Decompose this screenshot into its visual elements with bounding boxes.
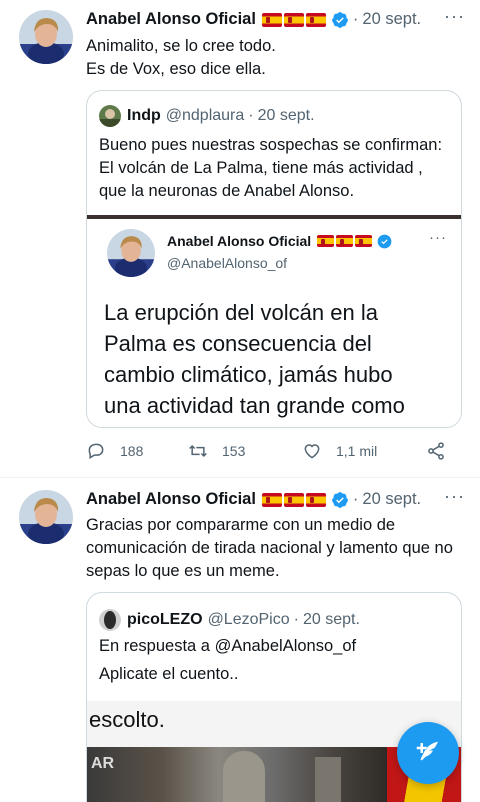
quote-author-name: picoLEZO [127, 611, 203, 628]
compose-feather-icon [416, 741, 438, 761]
embedded-header: Anabel Alonso Oficial [167, 233, 392, 249]
share-icon [428, 442, 444, 460]
reply-icon [88, 443, 104, 459]
tweet-text: Animalito, se lo cree todo. Es de Vox, e… [86, 37, 276, 78]
more-options-icon[interactable]: ··· [444, 486, 465, 507]
share-button[interactable] [426, 441, 446, 461]
tweet-header: Anabel Alonso Oficial · 20 sept. [86, 490, 422, 509]
quote-author-name: Indp [127, 107, 161, 124]
quote-date: 20 sept. [257, 107, 315, 124]
media-sign-text: AR [91, 755, 115, 772]
quoted-tweet[interactable]: Indp @ndplaura · 20 sept. Bueno pues nue… [86, 90, 462, 428]
quote-author-handle: @ndplaura [165, 107, 245, 124]
verified-badge-icon [332, 491, 348, 508]
spain-flags [261, 12, 326, 27]
compose-tweet-button[interactable] [397, 722, 459, 784]
embedded-screenshot: Anabel Alonso Oficial @AnabelAlonso_of ·… [87, 215, 461, 427]
embedded-text: La erupción del volcán en la Palma es co… [104, 300, 405, 427]
author-name[interactable]: Anabel Alonso Oficial [86, 490, 256, 509]
embedded-author-name: Anabel Alonso Oficial [167, 233, 312, 249]
author-avatar[interactable] [19, 10, 73, 64]
quote-header: Indp @ndplaura · 20 sept. [99, 105, 315, 127]
quote-date: 20 sept. [302, 611, 360, 628]
author-name[interactable]: Anabel Alonso Oficial [86, 10, 256, 29]
verified-badge-icon [377, 234, 392, 248]
tweet-actions: 188 153 1,1 mil [86, 441, 462, 461]
retweet-icon [189, 444, 207, 458]
quote-header: picoLEZO @LezoPico · 20 sept. [99, 609, 360, 631]
quote-author-avatar [99, 105, 121, 127]
quote-text: Bueno pues nuestras sospechas se confirm… [99, 136, 443, 200]
retweet-button[interactable]: 153 [188, 441, 302, 461]
quote-author-avatar [99, 609, 121, 631]
quote-reply-to: En respuesta a @AnabelAlonso_of [99, 637, 357, 655]
author-avatar[interactable] [19, 490, 73, 544]
tweet-header: Anabel Alonso Oficial · 20 sept. [86, 10, 422, 29]
tweet-date[interactable]: 20 sept. [362, 10, 421, 29]
embedded-more-icon: ··· [429, 229, 447, 246]
spain-flags [261, 492, 326, 507]
embedded-handle: @AnabelAlonso_of [167, 255, 288, 271]
heart-icon [304, 444, 320, 459]
more-options-icon[interactable]: ··· [444, 6, 465, 27]
reply-button[interactable]: 188 [86, 441, 188, 461]
tweet[interactable]: Anabel Alonso Oficial · 20 sept. ··· Ani… [0, 0, 480, 478]
quote-text: Aplicate el cuento.. [99, 665, 239, 683]
media-caption: escolto. [89, 707, 165, 732]
verified-badge-icon [332, 11, 348, 28]
tweet-text: Gracias por compararme con un medio de c… [86, 516, 453, 580]
spain-flags [317, 235, 373, 247]
quote-author-handle: @LezoPico [207, 611, 290, 628]
like-count: 1,1 mil [336, 443, 378, 459]
embedded-avatar [107, 229, 155, 277]
retweet-count: 153 [222, 443, 246, 459]
tweet-date[interactable]: 20 sept. [362, 490, 421, 509]
reply-count: 188 [120, 443, 144, 459]
like-button[interactable]: 1,1 mil [302, 441, 426, 461]
